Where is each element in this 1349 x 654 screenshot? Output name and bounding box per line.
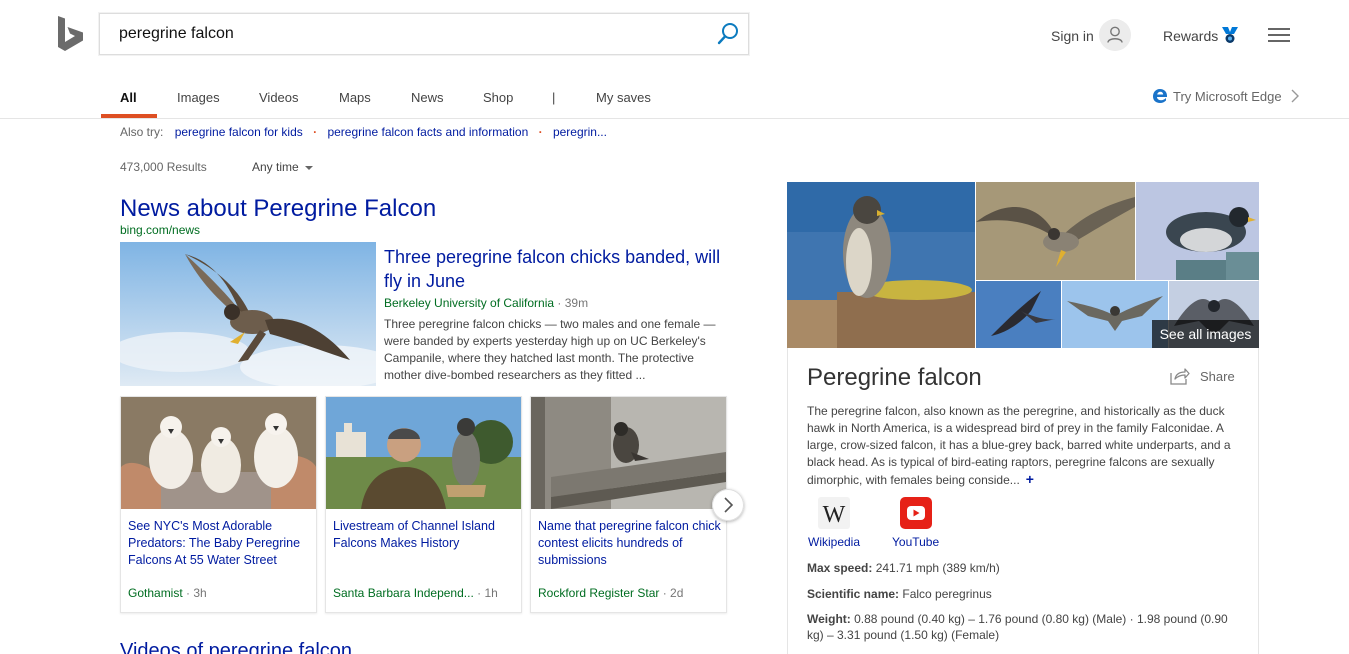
wikipedia-link[interactable]: W Wikipedia [808, 497, 860, 549]
tab-all[interactable]: All [120, 90, 137, 105]
tab-shop[interactable]: Shop [483, 90, 513, 105]
sign-in-link[interactable]: Sign in [1051, 28, 1094, 44]
chevron-right-icon[interactable] [1290, 89, 1300, 103]
falcon-perched-image[interactable] [787, 182, 975, 348]
news-card-source-name[interactable]: Rockford Register Star [538, 586, 659, 600]
youtube-icon [899, 497, 932, 529]
falcon-diving-image[interactable] [976, 281, 1061, 348]
fact-value: 241.71 mph (389 km/h) [872, 561, 1000, 575]
time-filter-label: Any time [252, 160, 299, 174]
tab-news[interactable]: News [411, 90, 444, 105]
also-try-item[interactable]: peregrine falcon facts and information [327, 125, 528, 139]
news-card[interactable]: See NYC's Most Adorable Predators: The B… [120, 396, 317, 613]
avatar-icon[interactable] [1099, 19, 1131, 51]
news-main-snippet: Three peregrine falcon chicks — two male… [384, 317, 716, 382]
also-try-bar: Also try: peregrine falcon for kids · pe… [120, 125, 607, 139]
see-all-images-button[interactable]: See all images [1152, 320, 1259, 348]
youtube-label: YouTube [892, 535, 940, 549]
fact-key: Weight: [807, 612, 851, 626]
news-section-title[interactable]: News about Peregrine Falcon [120, 195, 436, 223]
news-card-source-name[interactable]: Gothamist [128, 586, 183, 600]
knowledge-panel-description: The peregrine falcon, also known as the … [807, 403, 1232, 489]
separator-dot: · [313, 125, 318, 139]
fact-max-speed: Max speed: 241.71 mph (389 km/h) [807, 560, 1247, 576]
wikipedia-label: Wikipedia [808, 535, 861, 549]
results-count: 473,000 Results [120, 160, 207, 174]
time-filter-dropdown[interactable]: Any time [252, 160, 313, 174]
news-card[interactable]: Livestream of Channel Island Falcons Mak… [325, 396, 522, 613]
news-card-age: · 2d [659, 586, 684, 600]
also-try-label: Also try: [120, 125, 164, 139]
tab-videos[interactable]: Videos [259, 90, 299, 105]
tab-separator: | [552, 90, 556, 105]
falcon-landing-image[interactable] [976, 182, 1135, 280]
youtube-link[interactable]: YouTube [892, 497, 939, 549]
tab-maps[interactable]: Maps [339, 90, 371, 105]
falcon-chicks-image [121, 397, 316, 509]
news-card-age: · 1h [473, 586, 498, 600]
also-try-item[interactable]: peregrin... [553, 125, 607, 139]
news-card-source: Santa Barbara Independ... · 1h [333, 586, 517, 600]
tab-my-saves[interactable]: My saves [596, 90, 651, 105]
news-main-headline[interactable]: Three peregrine falcon chicks banded, wi… [384, 245, 724, 293]
news-card-title[interactable]: Livestream of Channel Island Falcons Mak… [333, 518, 517, 552]
svg-text:W: W [823, 502, 846, 528]
fact-value: 0.88 pound (0.40 kg) – 1.76 pound (0.80 … [807, 612, 1228, 642]
bing-logo[interactable] [57, 16, 85, 52]
fact-weight: Weight: 0.88 pound (0.40 kg) – 1.76 poun… [807, 611, 1239, 643]
rewards-link[interactable]: Rewards [1163, 28, 1218, 44]
rewards-medal-icon[interactable] [1221, 26, 1239, 44]
videos-section-title[interactable]: Videos of peregrine falcon [120, 640, 352, 654]
news-card-title[interactable]: See NYC's Most Adorable Predators: The B… [128, 518, 312, 569]
falcon-on-ledge-image [531, 397, 726, 509]
search-input[interactable] [119, 14, 699, 54]
carousel-next-button[interactable] [712, 489, 744, 521]
wikipedia-icon: W [818, 497, 851, 529]
news-card-age: · 3h [182, 586, 207, 600]
news-card[interactable]: Name that peregrine falcon chick contest… [530, 396, 727, 613]
search-box [99, 13, 749, 55]
hamburger-menu-icon[interactable] [1268, 27, 1290, 43]
expand-description-button[interactable]: + [1026, 471, 1034, 487]
falcon-on-post-image[interactable] [1136, 182, 1259, 280]
news-main-source-name[interactable]: Berkeley University of California [384, 296, 554, 310]
news-card-source-name[interactable]: Santa Barbara Independ... [333, 586, 474, 600]
news-card-title[interactable]: Name that peregrine falcon chick contest… [538, 518, 722, 569]
caret-down-icon [304, 165, 313, 170]
share-label: Share [1200, 369, 1235, 384]
fact-key: Max speed: [807, 561, 873, 575]
scope-tabs: All Images Videos Maps News Shop | My sa… [0, 80, 1349, 119]
knowledge-panel-title: Peregrine falcon [807, 364, 982, 391]
news-main-age: · 39m [554, 296, 589, 310]
search-icon[interactable] [716, 22, 740, 46]
edge-icon[interactable] [1152, 88, 1168, 104]
news-main-source: Berkeley University of California · 39m [384, 296, 588, 310]
try-edge-link[interactable]: Try Microsoft Edge [1173, 89, 1282, 104]
falconer-image [326, 397, 521, 509]
fact-value: Falco peregrinus [899, 587, 992, 601]
separator-dot: · [538, 125, 543, 139]
news-card-source: Rockford Register Star · 2d [538, 586, 722, 600]
fact-scientific-name: Scientific name: Falco peregrinus [807, 586, 1247, 602]
active-tab-indicator [101, 114, 157, 118]
news-source-url[interactable]: bing.com/news [120, 223, 200, 237]
news-card-source: Gothamist · 3h [128, 586, 312, 600]
tab-images[interactable]: Images [177, 90, 220, 105]
fact-key: Scientific name: [807, 587, 900, 601]
description-text: The peregrine falcon, also known as the … [807, 404, 1231, 487]
share-icon [1170, 368, 1190, 385]
also-try-item[interactable]: peregrine falcon for kids [175, 125, 303, 139]
falcon-flying-image[interactable] [120, 242, 376, 386]
